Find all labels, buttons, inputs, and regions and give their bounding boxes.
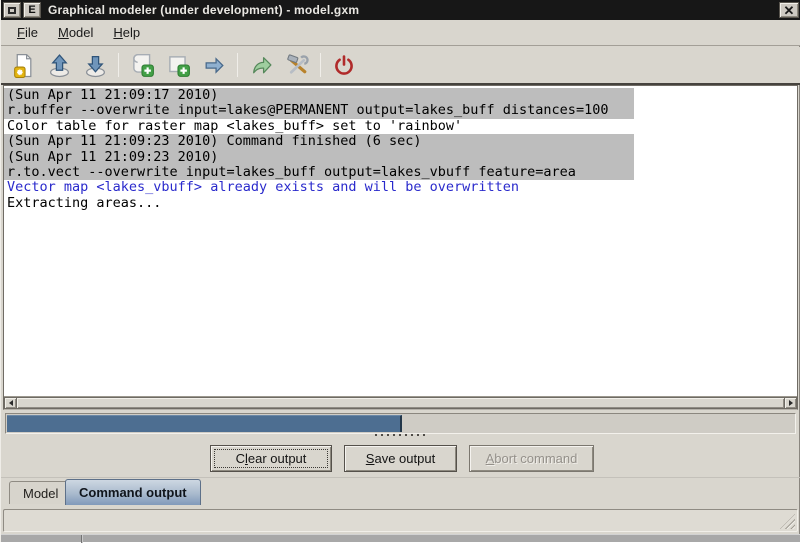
quit-button[interactable]: [328, 50, 360, 80]
clear-output-button[interactable]: Clear output: [210, 445, 332, 472]
add-action-icon: [129, 52, 155, 78]
app-icon: E: [23, 2, 41, 18]
open-model-icon: [47, 53, 72, 78]
add-data-icon: [165, 52, 191, 78]
tab-model[interactable]: Model: [9, 481, 72, 504]
open-model-button[interactable]: [43, 50, 75, 80]
close-icon: ✕: [784, 4, 795, 17]
new-model-button[interactable]: [7, 50, 39, 80]
titlebar: E Graphical modeler (under development) …: [1, 0, 800, 20]
console-line: (Sun Apr 11 21:09:17 2010): [4, 88, 634, 103]
resize-grip-icon[interactable]: [780, 514, 795, 529]
define-relation-icon: [202, 53, 227, 78]
menu-model[interactable]: Model: [48, 22, 103, 43]
desktop-taskbar-strip: [1, 534, 800, 542]
tab-command-output[interactable]: Command output: [65, 479, 201, 505]
scroll-right-icon: [789, 400, 793, 406]
menubar: File Model Help: [1, 20, 800, 46]
console-line: r.to.vect --overwrite input=lakes_buff o…: [4, 165, 634, 180]
run-model-button[interactable]: [245, 50, 277, 80]
console-text: (Sun Apr 11 21:09:17 2010) r.buffer --ov…: [4, 86, 797, 396]
scroll-left-icon: [9, 400, 13, 406]
scroll-left-button[interactable]: [4, 397, 17, 409]
console-line: Extracting areas...: [4, 196, 797, 211]
console-line: Vector map <lakes_vbuff> already exists …: [4, 180, 797, 195]
sash-grip[interactable]: [375, 432, 427, 437]
app-icon-letter: E: [28, 4, 35, 16]
console-horizontal-scrollbar[interactable]: [4, 396, 797, 409]
scrollbar-thumb[interactable]: [17, 397, 784, 409]
run-model-icon: [249, 53, 274, 78]
tabbar: Model Command output: [1, 477, 800, 505]
menu-file[interactable]: File: [7, 22, 48, 43]
statusbar: [3, 509, 798, 532]
console-line: (Sun Apr 11 21:09:23 2010): [4, 150, 634, 165]
validate-model-icon: [285, 53, 310, 78]
save-model-icon: [83, 53, 108, 78]
window-title: Graphical modeler (under development) - …: [48, 3, 779, 17]
menu-help[interactable]: Help: [103, 22, 150, 43]
console-line: r.buffer --overwrite input=lakes@PERMANE…: [4, 103, 634, 118]
quit-power-icon: [332, 53, 356, 77]
scroll-right-button[interactable]: [784, 397, 797, 409]
graphical-modeler-window: E Graphical modeler (under development) …: [0, 0, 800, 542]
abort-command-button[interactable]: Abort command: [469, 445, 594, 472]
progress-fill: [7, 415, 402, 432]
toolbar: [1, 47, 800, 83]
window-menu-icon: [8, 7, 16, 14]
toolbar-separator: [237, 53, 238, 77]
tab-command-output-label: Command output: [79, 485, 187, 500]
add-data-button[interactable]: [162, 50, 194, 80]
validate-model-button[interactable]: [281, 50, 313, 80]
new-model-icon: [11, 53, 36, 78]
console-line: (Sun Apr 11 21:09:23 2010) Command finis…: [4, 134, 634, 149]
toolbar-separator: [320, 53, 321, 77]
define-relation-button[interactable]: [198, 50, 230, 80]
progress-bar: [5, 413, 796, 434]
save-model-button[interactable]: [79, 50, 111, 80]
command-output-console[interactable]: (Sun Apr 11 21:09:17 2010) r.buffer --ov…: [3, 85, 798, 410]
toolbar-separator: [118, 53, 119, 77]
console-line: Color table for raster map <lakes_buff> …: [4, 119, 797, 134]
add-action-button[interactable]: [126, 50, 158, 80]
tab-model-label: Model: [23, 486, 58, 501]
close-button[interactable]: ✕: [779, 2, 799, 18]
save-output-button[interactable]: Save output: [344, 445, 457, 472]
window-menu-button[interactable]: [3, 2, 21, 18]
